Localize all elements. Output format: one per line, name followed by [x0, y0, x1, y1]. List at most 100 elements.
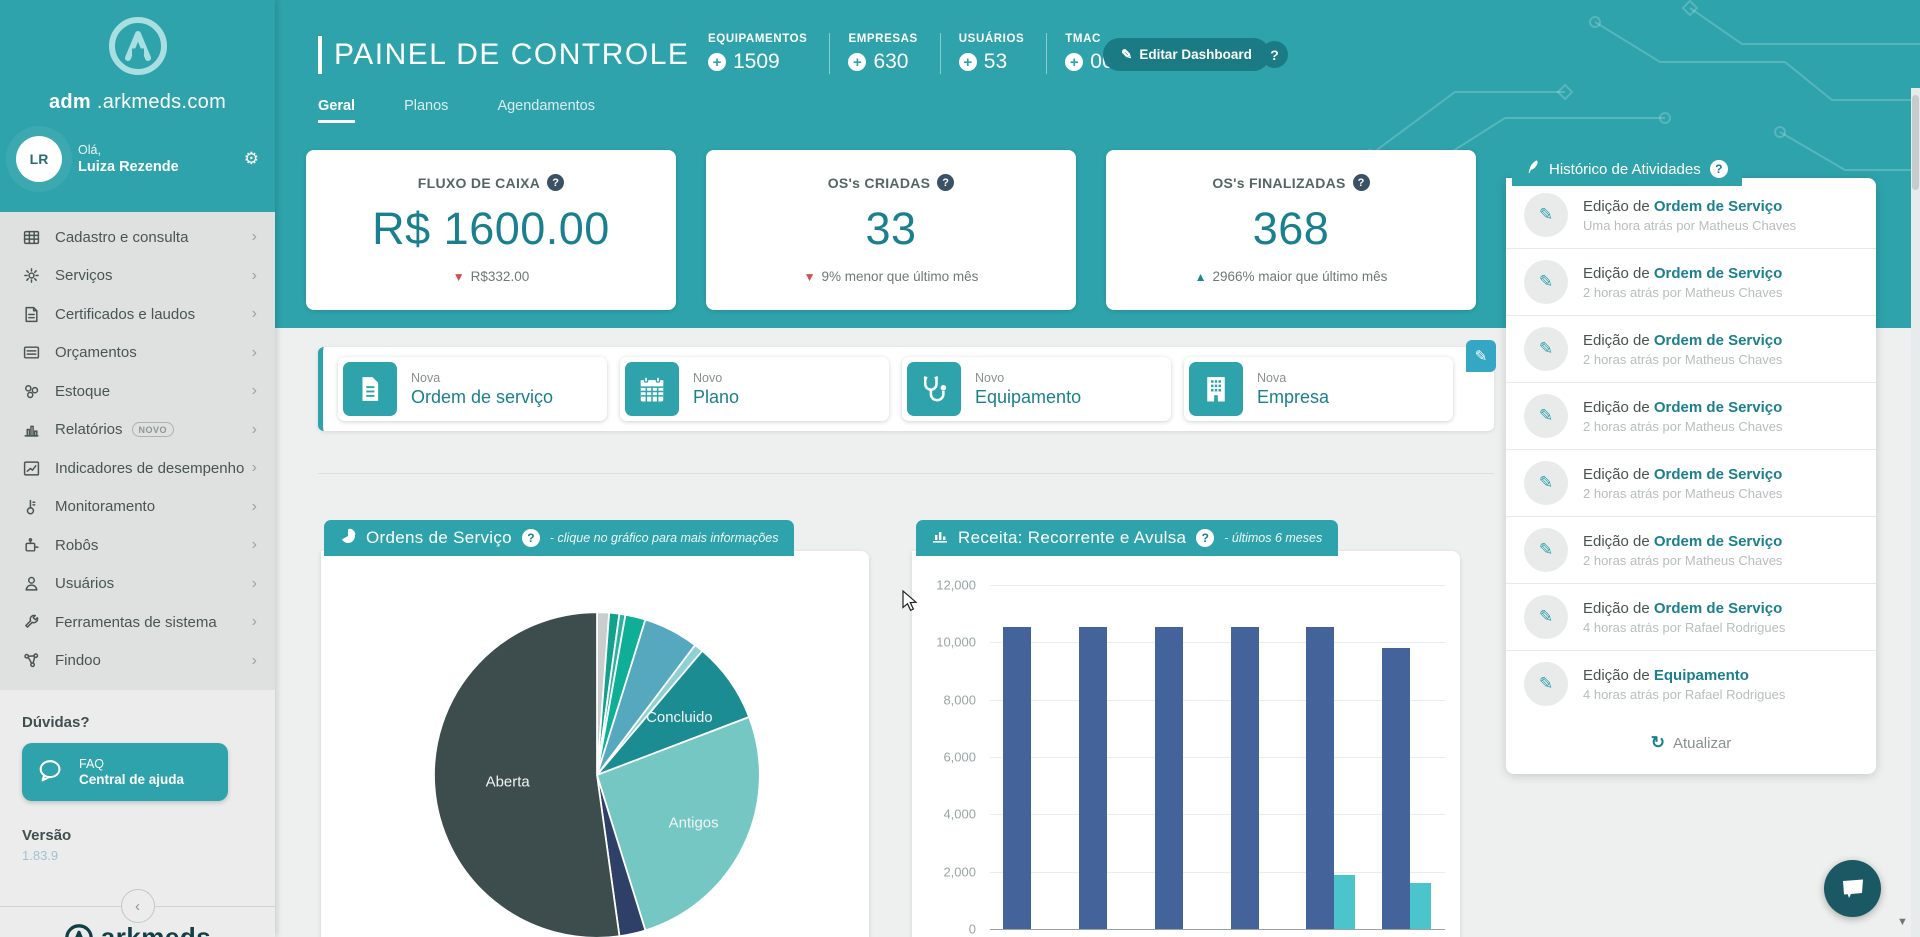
pencil-icon: ✎ [1121, 47, 1132, 63]
bar-group [1293, 585, 1369, 929]
pie-label: Aberta [486, 773, 531, 790]
sidebar-collapse-button[interactable]: ‹ [121, 889, 155, 923]
sidebar-header: adm .arkmeds.com LR Olá, Luiza Rezende ⚙ [0, 0, 275, 212]
stat-value: 53 [984, 50, 1007, 74]
y-axis-tick: 0 [912, 922, 976, 937]
bar-group [1218, 585, 1294, 929]
version-value: 1.83.9 [22, 848, 253, 863]
activity-item[interactable]: ✎Edição de Ordem de Serviço2 horas atrás… [1506, 382, 1876, 449]
chat-bubble-icon [1839, 875, 1867, 903]
activity-title: Edição de Ordem de Serviço [1583, 600, 1785, 617]
sidebar-item-orcamentos[interactable]: Orçamentos› [0, 334, 275, 373]
help-icon[interactable]: ? [1710, 160, 1728, 178]
bar-chart-icon [932, 528, 948, 549]
bar-recorrente[interactable] [1382, 648, 1410, 929]
quick-action-empresa[interactable]: NovaEmpresa [1184, 357, 1453, 421]
sidebar-item-findoo[interactable]: Findoo › [0, 642, 275, 681]
pencil-icon: ✎ [1524, 394, 1568, 438]
chat-fab-button[interactable] [1824, 860, 1881, 917]
quick-action-equipamento[interactable]: NovoEquipamento [902, 357, 1171, 421]
kpi-card-os-s-finalizadas: OS's FINALIZADAS?368▲2966% maior que últ… [1106, 150, 1476, 310]
quick-actions-edit-button[interactable]: ✎ [1466, 340, 1496, 372]
faq-button[interactable]: FAQ Central de ajuda [22, 743, 228, 801]
bar-group [990, 585, 1066, 929]
help-icon[interactable]: ? [547, 174, 564, 191]
user-icon [22, 575, 40, 593]
sidebar-item-relatorios[interactable]: RelatóriosNOVO› [0, 411, 275, 450]
activity-item[interactable]: ✎Edição de Ordem de Serviço2 horas atrás… [1506, 516, 1876, 583]
tab-planos[interactable]: Planos [404, 98, 448, 123]
sidebar-item-estoque[interactable]: Estoque› [0, 372, 275, 411]
chevron-right-icon: › [252, 652, 257, 670]
kpi-card-fluxo-de-caixa: FLUXO DE CAIXA?R$ 1600.00▼R$332.00 [306, 150, 676, 310]
settings-gear-icon[interactable]: ⚙ [244, 149, 259, 169]
activity-item[interactable]: ✎Edição de Ordem de Serviço2 horas atrás… [1506, 315, 1876, 382]
sidebar-item-robos[interactable]: Robôs› [0, 526, 275, 565]
bar-recorrente[interactable] [1306, 627, 1334, 929]
bar-recorrente[interactable] [1079, 627, 1107, 929]
revenue-bar-chart[interactable]: 02,0004,0006,0008,00010,00012,000 [912, 551, 1460, 937]
sidebar-item-indicadores-de-desempenho[interactable]: Indicadores de desempenho› [0, 449, 275, 488]
stethoscope-icon [907, 362, 961, 416]
faq-subtitle: Central de ajuda [79, 772, 184, 787]
activity-item[interactable]: ✎Edição de Ordem de Serviço2 horas atrás… [1506, 449, 1876, 516]
bar-avulsa[interactable] [1334, 875, 1355, 930]
activity-item[interactable]: ✎Edição de Ordem de Serviço2 horas atrás… [1506, 248, 1876, 315]
kpi-delta: R$332.00 [471, 269, 530, 284]
chevron-right-icon: › [252, 305, 257, 323]
help-icon[interactable]: ? [1353, 174, 1370, 191]
kpi-card-os-s-criadas: OS's CRIADAS?33▼9% menor que último mês [706, 150, 1076, 310]
orders-pie-chart[interactable]: ConcluidoAntigosAberta [421, 599, 773, 937]
sidebar-item-monitoramento[interactable]: Monitoramento› [0, 488, 275, 527]
help-icon[interactable]: ? [1196, 529, 1214, 547]
title-accent-bar [318, 36, 322, 74]
quick-action-plano[interactable]: NovoPlano [620, 357, 889, 421]
sidebar-item-cadastro-e-consulta[interactable]: Cadastro e consulta› [0, 218, 275, 257]
quick-actions: NovaOrdem de serviçoNovoPlanoNovoEquipam… [318, 347, 1494, 431]
header-stat-usuarios: USUÁRIOS+53 [940, 33, 1047, 74]
kpi-title: OS's FINALIZADAS [1212, 175, 1345, 191]
stat-label: EMPRESAS [848, 33, 917, 45]
sidebar-item-label: Indicadores de desempenho [55, 460, 244, 477]
tab-geral[interactable]: Geral [318, 98, 355, 123]
version-label: Versão [22, 827, 253, 844]
pie-chart-header: Ordens de Serviço ? - clique no gráfico … [324, 520, 794, 556]
certificate-icon [22, 305, 40, 323]
bar-chart-header: Receita: Recorrente e Avulsa ? - últimos… [916, 520, 1338, 556]
sidebar-item-label: Serviços [55, 267, 113, 284]
caret-down-icon[interactable]: ▼ [1897, 916, 1908, 928]
sidebar-item-label: Cadastro e consulta [55, 229, 188, 246]
plus-circle-icon: + [959, 53, 977, 71]
activity-title: Edição de Ordem de Serviço [1583, 265, 1782, 282]
page-title: PAINEL DE CONTROLE [334, 38, 689, 72]
tab-agendamentos[interactable]: Agendamentos [497, 98, 595, 123]
activity-panel: ✎Edição de Ordem de ServiçoUma hora atrá… [1506, 178, 1876, 774]
sidebar-item-servicos[interactable]: Serviços› [0, 257, 275, 296]
help-icon[interactable]: ? [937, 174, 954, 191]
activity-item[interactable]: ✎Edição de Ordem de ServiçoUma hora atrá… [1506, 182, 1876, 248]
help-icon[interactable]: ? [522, 529, 540, 547]
sidebar-item-certificados-e-laudos[interactable]: Certificados e laudos› [0, 295, 275, 334]
sidebar-item-usuarios[interactable]: Usuários› [0, 565, 275, 604]
pencil-icon: ✎ [1524, 327, 1568, 371]
kpi-value: 33 [706, 203, 1076, 255]
bar-recorrente[interactable] [1003, 627, 1031, 929]
activity-item[interactable]: ✎Edição de Ordem de Serviço4 horas atrás… [1506, 583, 1876, 650]
sidebar-item-label: Findoo [55, 652, 101, 669]
sidebar-item-label: Estoque [55, 383, 110, 400]
sidebar-item-ferramentas-de-sistema[interactable]: Ferramentas de sistema› [0, 603, 275, 642]
refresh-button[interactable]: ↻ Atualizar [1506, 733, 1876, 753]
quick-action-prefix: Novo [975, 371, 1081, 385]
quick-action-ordem-de-servico[interactable]: NovaOrdem de serviço [338, 357, 607, 421]
sidebar-item-label: Usuários [55, 575, 114, 592]
bar-chart-card: 02,0004,0006,0008,00010,00012,000 [912, 551, 1460, 937]
stat-value: 630 [873, 50, 908, 74]
bar-recorrente[interactable] [1231, 627, 1259, 929]
page-scrollbar[interactable] [1911, 88, 1920, 937]
activity-item[interactable]: ✎Edição de Equipamento4 horas atrás por … [1506, 650, 1876, 717]
bar-recorrente[interactable] [1155, 627, 1183, 929]
header-help-button[interactable]: ? [1261, 41, 1288, 68]
bar-avulsa[interactable] [1410, 883, 1431, 929]
scrollbar-thumb[interactable] [1912, 95, 1919, 190]
edit-dashboard-button[interactable]: ✎ Editar Dashboard [1103, 38, 1270, 71]
